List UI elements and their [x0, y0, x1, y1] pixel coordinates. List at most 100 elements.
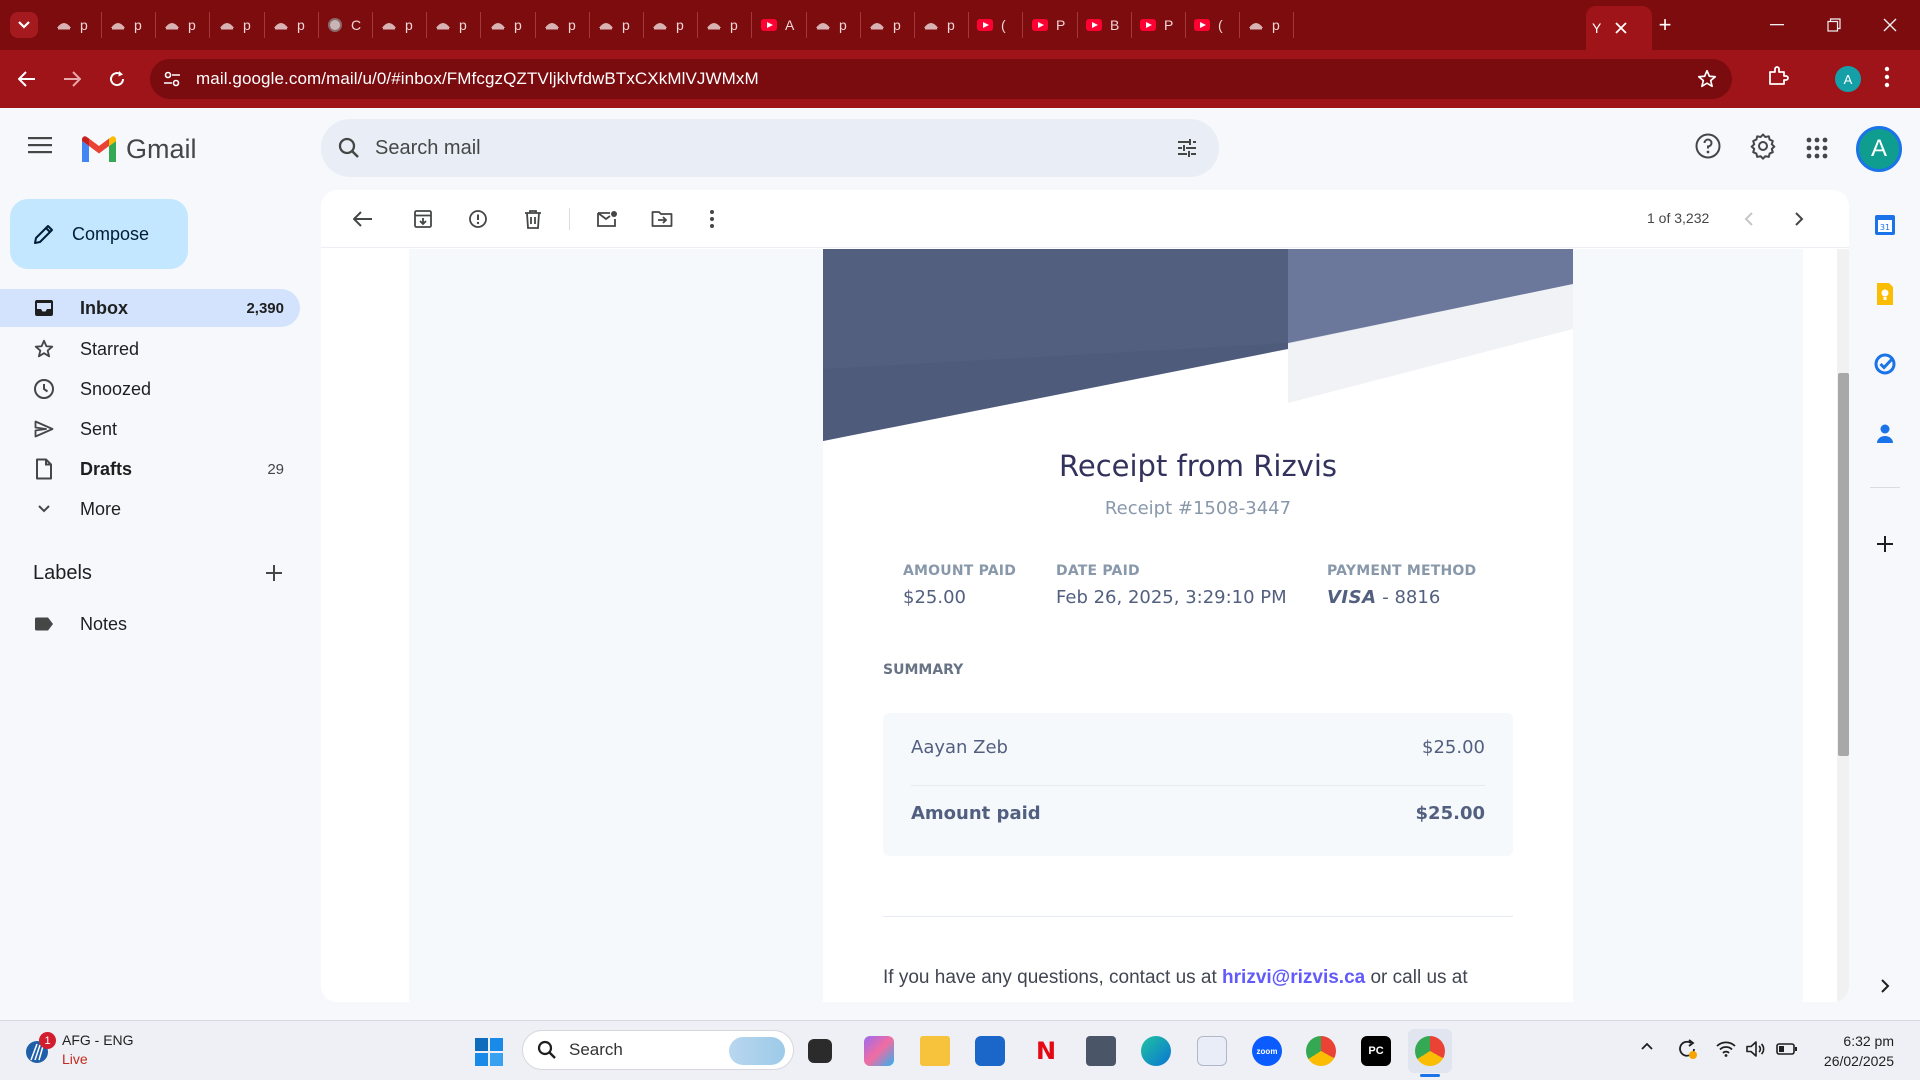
back-button[interactable] — [12, 64, 42, 94]
bookmark-star-icon[interactable] — [1696, 68, 1718, 90]
calendar-icon[interactable]: 31 — [1871, 210, 1899, 238]
wifi-icon[interactable] — [1716, 1041, 1736, 1057]
contact-email-link[interactable]: hrizvi@rizvis.ca — [1222, 967, 1365, 988]
browser-tab[interactable]: p — [429, 12, 481, 38]
active-tab[interactable]: Y — [1586, 6, 1652, 50]
browser-tab[interactable]: ( — [971, 12, 1023, 38]
nav-item-sent[interactable]: Sent — [0, 410, 300, 448]
browser-tab[interactable]: p — [538, 12, 590, 38]
browser-tab[interactable]: p — [646, 12, 698, 38]
more-actions-icon[interactable] — [700, 207, 724, 231]
browser-profile-avatar[interactable]: A — [1835, 66, 1861, 92]
compose-button[interactable]: Compose — [10, 199, 188, 269]
browser-tab[interactable]: B — [1080, 12, 1132, 38]
keep-icon[interactable] — [1871, 280, 1899, 308]
browser-tab[interactable]: p — [863, 12, 915, 38]
document-app-icon[interactable] — [1197, 1036, 1227, 1066]
browser-tab[interactable]: p — [158, 12, 210, 38]
extensions-icon[interactable] — [1766, 64, 1790, 88]
browser-tab[interactable]: p — [267, 12, 319, 38]
reload-button[interactable] — [102, 64, 132, 94]
delete-icon[interactable] — [521, 207, 545, 231]
widgets-button[interactable]: 1 AFG - ENG Live — [24, 1032, 134, 1067]
create-label-icon[interactable] — [265, 564, 283, 582]
browser-tab[interactable]: p — [375, 12, 427, 38]
site-info-icon[interactable] — [162, 69, 182, 89]
minimize-button[interactable] — [1760, 10, 1794, 40]
copilot-icon[interactable] — [864, 1036, 894, 1066]
close-tab-icon[interactable] — [1615, 22, 1627, 34]
browser-tab[interactable]: P — [1134, 12, 1186, 38]
nav-item-more[interactable]: More — [0, 490, 300, 528]
label-item-notes[interactable]: Notes — [0, 605, 300, 643]
nav-item-starred[interactable]: Starred — [0, 330, 300, 368]
show-side-panel-icon[interactable] — [1871, 972, 1899, 1000]
forward-button[interactable] — [57, 64, 87, 94]
browser-tab[interactable]: p — [917, 12, 969, 38]
windows-start-icon[interactable] — [474, 1037, 504, 1067]
move-to-icon[interactable] — [650, 207, 674, 231]
browser-tab[interactable]: p — [1242, 12, 1294, 38]
mark-unread-icon[interactable] — [595, 207, 619, 231]
google-apps-icon[interactable] — [1806, 137, 1828, 159]
browser-tab[interactable]: p — [592, 12, 644, 38]
newer-message-icon[interactable] — [1737, 207, 1761, 231]
calculator-icon[interactable] — [1086, 1036, 1116, 1066]
taskbar-search-box[interactable]: Search — [522, 1030, 794, 1070]
show-hidden-icons-icon[interactable] — [1640, 1041, 1654, 1051]
browser-tab[interactable]: p — [484, 12, 536, 38]
browser-tab[interactable]: p — [700, 12, 752, 38]
sync-icon[interactable] — [1676, 1038, 1698, 1060]
search-input[interactable] — [375, 135, 1135, 161]
task-view-icon[interactable] — [808, 1039, 832, 1063]
browser-tab[interactable]: p — [104, 12, 156, 38]
nav-item-inbox[interactable]: Inbox 2,390 — [0, 289, 300, 327]
netflix-icon[interactable]: N — [1031, 1036, 1061, 1066]
new-tab-button[interactable]: + — [1652, 12, 1678, 38]
search-options-icon[interactable] — [1175, 136, 1199, 160]
address-bar[interactable]: mail.google.com/mail/u/0/#inbox/FMfcgzQZ… — [150, 59, 1732, 99]
file-explorer-icon[interactable] — [920, 1036, 950, 1066]
contacts-icon[interactable] — [1871, 420, 1899, 448]
browser-tab[interactable]: ( — [1188, 12, 1240, 38]
browser-tab[interactable]: C — [321, 12, 373, 38]
scrollbar-thumb[interactable] — [1838, 373, 1849, 756]
nav-item-drafts[interactable]: Drafts 29 — [0, 450, 300, 488]
search-icon[interactable] — [337, 136, 361, 160]
microsoft-store-icon[interactable] — [975, 1036, 1005, 1066]
help-icon[interactable] — [1694, 132, 1722, 160]
site-icon — [273, 18, 289, 32]
send-icon — [32, 417, 56, 441]
nav-item-snoozed[interactable]: Snoozed — [0, 370, 300, 408]
chrome-profile-active-icon[interactable] — [1408, 1029, 1452, 1073]
report-spam-icon[interactable] — [466, 207, 490, 231]
tasks-icon[interactable] — [1871, 350, 1899, 378]
main-menu-icon[interactable] — [28, 136, 52, 154]
settings-gear-icon[interactable] — [1749, 132, 1777, 160]
pycharm-icon[interactable]: PC — [1361, 1036, 1391, 1066]
browser-tab[interactable]: p — [50, 12, 102, 38]
edge-icon[interactable] — [1141, 1036, 1171, 1066]
zoom-icon[interactable]: zoom — [1252, 1036, 1282, 1066]
gmail-logo[interactable]: Gmail — [80, 134, 197, 165]
browser-tab[interactable]: p — [213, 12, 265, 38]
browser-tab[interactable]: A — [755, 12, 807, 38]
account-avatar[interactable]: A — [1856, 126, 1902, 172]
tab-search-button[interactable] — [10, 12, 38, 38]
system-clock[interactable]: 6:32 pm 26/02/2025 — [1804, 1031, 1894, 1071]
browser-toolbar: mail.google.com/mail/u/0/#inbox/FMfcgzQZ… — [0, 50, 1920, 108]
browser-tab[interactable]: P — [1026, 12, 1078, 38]
volume-icon[interactable] — [1746, 1041, 1766, 1057]
site-icon — [544, 18, 560, 32]
battery-icon[interactable] — [1776, 1043, 1798, 1055]
restore-button[interactable] — [1817, 10, 1851, 40]
get-addons-icon[interactable] — [1871, 530, 1899, 558]
browser-tab[interactable]: p — [809, 12, 861, 38]
archive-icon[interactable] — [411, 207, 435, 231]
back-to-inbox-icon[interactable] — [351, 207, 375, 231]
close-window-button[interactable] — [1873, 10, 1907, 40]
older-message-icon[interactable] — [1787, 207, 1811, 231]
browser-menu-icon[interactable] — [1884, 66, 1890, 88]
chrome-icon[interactable] — [1306, 1036, 1336, 1066]
site-icon — [435, 18, 451, 32]
